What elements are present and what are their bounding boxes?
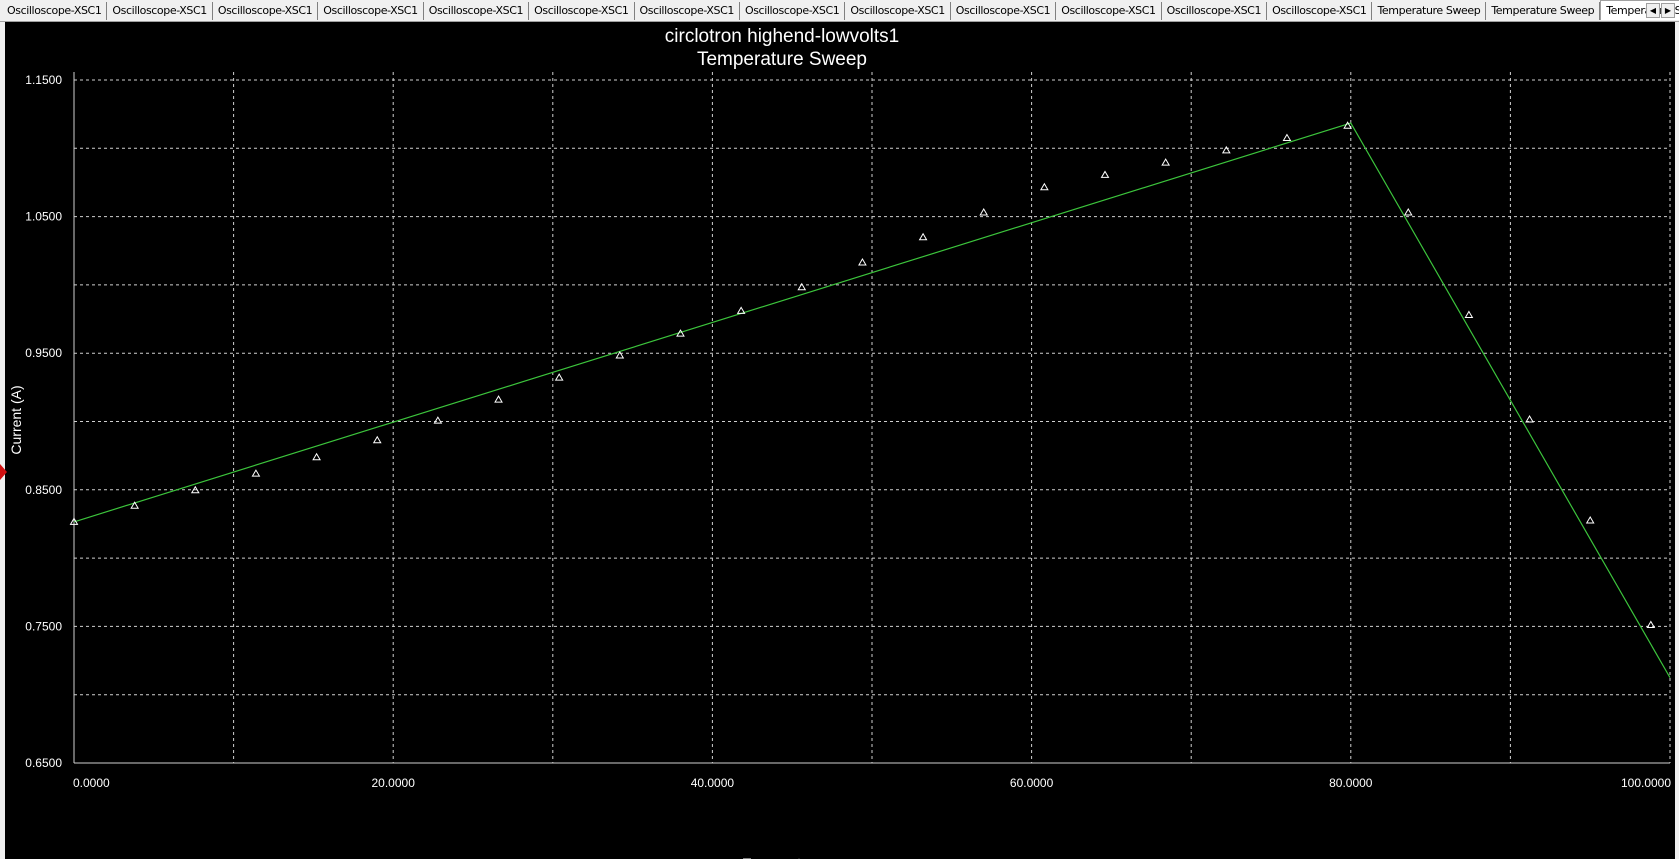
x-tick-label: 40.0000: [691, 776, 735, 790]
data-point-marker: [494, 395, 503, 403]
x-tick-label: 60.0000: [1010, 776, 1054, 790]
y-tick-label: 0.8500: [25, 483, 62, 497]
data-point-marker: [1161, 158, 1171, 166]
tab-bar: Oscilloscope-XSC1 Oscilloscope-XSC1 Oscill…: [0, 0, 1679, 22]
y-tick-label: 1.0500: [25, 210, 62, 224]
data-point-marker: [1585, 516, 1595, 524]
tab-oscilloscope-xsc1-13[interactable]: Oscilloscope-XSC1: [1267, 2, 1373, 20]
tab-temperature-sweep-15[interactable]: Temperature Sweep: [1486, 2, 1601, 20]
tab-oscilloscope-xsc1-6[interactable]: Oscilloscope-XSC1: [529, 2, 635, 20]
tab-oscilloscope-xsc1-2[interactable]: Oscilloscope-XSC1: [107, 2, 213, 20]
data-point-marker: [1646, 620, 1656, 629]
data-point-marker: [372, 435, 382, 444]
arrow-right-icon[interactable]: ▶: [1661, 3, 1675, 18]
tab-oscilloscope-xsc1-9[interactable]: Oscilloscope-XSC1: [845, 2, 951, 20]
data-point-marker: [554, 373, 564, 381]
tab-oscilloscope-xsc1-10[interactable]: Oscilloscope-XSC1: [951, 2, 1057, 20]
temperature-sweep-chart: circlotron highend-lowvolts1Temperature …: [8, 26, 1671, 859]
cursor-marker-icon[interactable]: [0, 464, 7, 480]
tab-oscilloscope-xsc1-1[interactable]: Oscilloscope-XSC1: [2, 2, 108, 20]
tab-oscilloscope-xsc1-11[interactable]: Oscilloscope-XSC1: [1056, 2, 1162, 20]
tab-oscilloscope-xsc1-5[interactable]: Oscilloscope-XSC1: [424, 2, 530, 20]
chart-subtitle: Temperature Sweep: [697, 49, 867, 70]
y-tick-label: 0.9500: [25, 346, 62, 360]
data-point-marker: [433, 416, 443, 424]
data-point-marker: [736, 306, 746, 314]
tab-oscilloscope-xsc1-3[interactable]: Oscilloscope-XSC1: [213, 2, 319, 20]
x-tick-label: 100.0000: [1621, 776, 1671, 790]
x-tick-label: 20.0000: [372, 776, 416, 790]
x-axis-label: Temperature: [743, 855, 822, 859]
data-point-marker: [858, 258, 867, 266]
data-point-marker: [1525, 414, 1534, 423]
data-point-marker: [1221, 145, 1231, 154]
tab-temperature-sweep-14[interactable]: Temperature Sweep: [1372, 2, 1487, 20]
arrow-left-icon[interactable]: ◀: [1646, 3, 1660, 18]
y-axis-label: Current (A): [8, 385, 24, 454]
tab-oscilloscope-xsc1-12[interactable]: Oscilloscope-XSC1: [1162, 2, 1268, 20]
data-point-marker: [797, 282, 807, 291]
tab-oscilloscope-xsc1-7[interactable]: Oscilloscope-XSC1: [635, 2, 740, 20]
data-point-marker: [312, 452, 321, 461]
data-point-marker: [979, 208, 989, 216]
data-point-marker: [918, 232, 928, 241]
data-point-marker: [1464, 310, 1474, 318]
tab-oscilloscope-xsc1-4[interactable]: Oscilloscope-XSC1: [318, 2, 424, 20]
y-tick-label: 1.1500: [25, 73, 62, 87]
tab-strip: Oscilloscope-XSC1 Oscilloscope-XSC1 Oscill…: [2, 0, 1679, 22]
data-point-marker: [251, 469, 261, 477]
data-point-marker: [1282, 133, 1292, 142]
grapher-plot-area[interactable]: circlotron highend-lowvolts1 Temperature …: [5, 22, 1675, 859]
tab-oscilloscope-xsc1-8[interactable]: Oscilloscope-XSC1: [740, 2, 846, 20]
data-point-marker: [1039, 182, 1049, 191]
x-tick-label: 80.0000: [1329, 776, 1373, 790]
chart-title: circlotron highend-lowvolts1: [665, 26, 899, 47]
data-point-marker: [1100, 170, 1110, 178]
y-tick-label: 0.7500: [25, 619, 62, 633]
y-tick-label: 0.6500: [25, 756, 62, 770]
x-tick-label: 0.0000: [73, 776, 110, 790]
data-point-marker: [1403, 208, 1413, 216]
